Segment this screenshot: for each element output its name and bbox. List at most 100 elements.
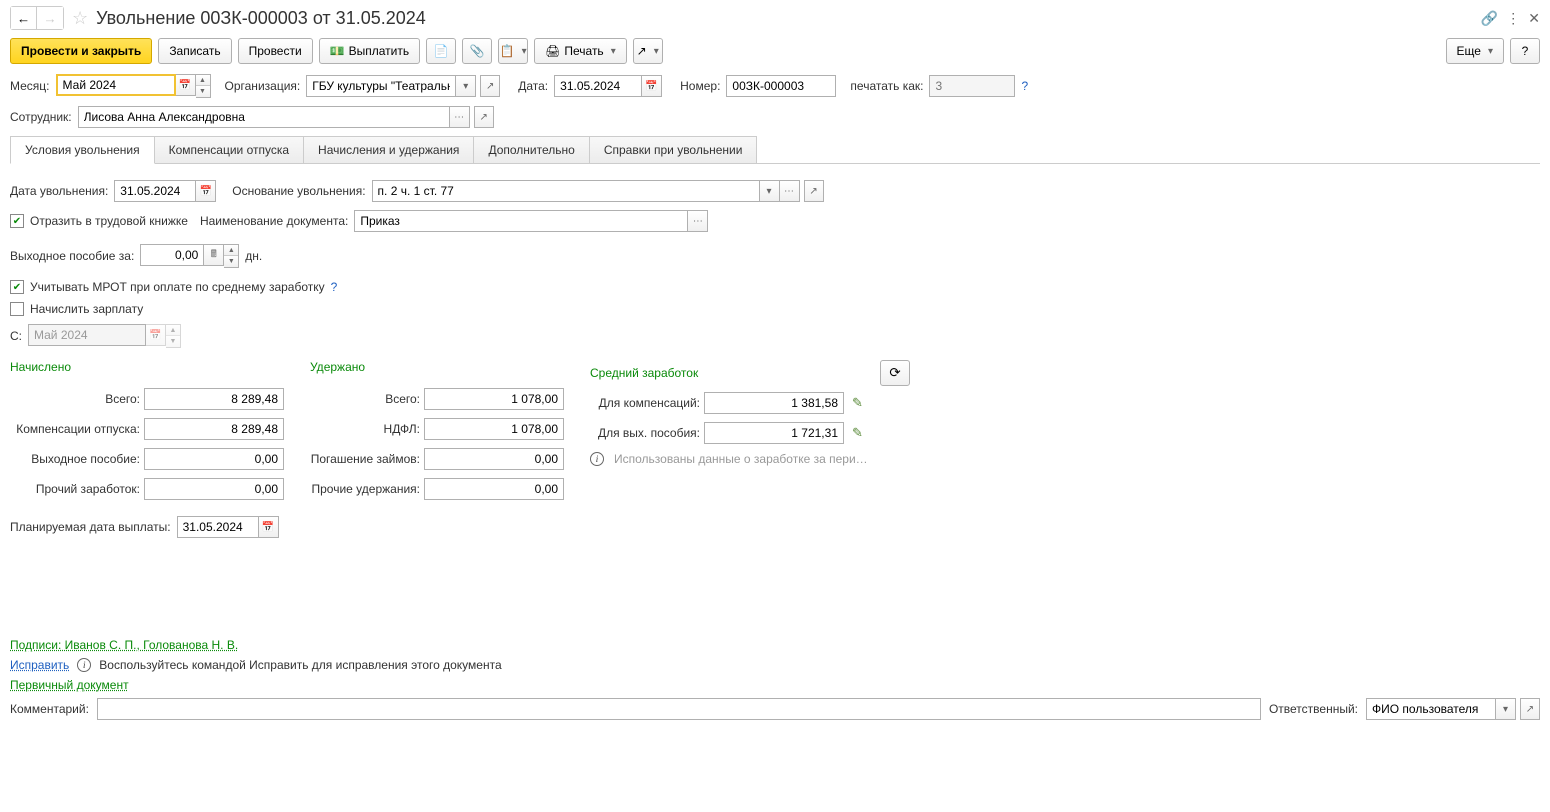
comment-label: Комментарий: xyxy=(10,702,89,716)
tab-vacation-comp[interactable]: Компенсации отпуска xyxy=(154,136,304,163)
print-button[interactable]: 🖨Печать xyxy=(534,38,627,64)
print-as-help-icon[interactable]: ? xyxy=(1021,79,1028,93)
accrued-severance-label: Выходное пособие: xyxy=(10,452,140,466)
signatures-link[interactable]: Подписи: Иванов С. П., Голованова Н. В. xyxy=(10,638,238,652)
tab-accruals[interactable]: Начисления и удержания xyxy=(303,136,474,163)
dismissal-date-input[interactable] xyxy=(114,180,196,202)
primary-doc-link[interactable]: Первичный документ xyxy=(10,678,129,692)
back-button[interactable]: ← xyxy=(11,7,37,29)
mrot-checkbox[interactable] xyxy=(10,280,24,294)
withheld-other-input[interactable] xyxy=(424,478,564,500)
employee-open-icon[interactable]: ↗ xyxy=(474,106,494,128)
print-as-input[interactable] xyxy=(929,75,1015,97)
severance-calc-icon[interactable]: 🖩 xyxy=(204,244,224,266)
mrot-label: Учитывать МРОТ при оплате по среднему за… xyxy=(30,280,325,294)
process-button[interactable]: Провести xyxy=(238,38,313,64)
planned-date-calendar-icon[interactable]: 📅 xyxy=(259,516,279,538)
doc-name-label: Наименование документа: xyxy=(200,214,348,228)
severance-input[interactable] xyxy=(140,244,204,266)
comment-input[interactable] xyxy=(97,698,1261,720)
favorite-icon[interactable]: ☆ xyxy=(72,8,88,29)
avg-comp-input[interactable] xyxy=(704,392,844,414)
save-button[interactable]: Записать xyxy=(158,38,231,64)
process-close-button[interactable]: Провести и закрыть xyxy=(10,38,152,64)
menu-icon[interactable]: ⋮ xyxy=(1506,10,1520,27)
pay-button[interactable]: 💵Выплатить xyxy=(319,38,420,64)
accrued-other-label: Прочий заработок: xyxy=(10,482,140,496)
employee-select-icon[interactable]: ⋯ xyxy=(450,106,470,128)
withheld-ndfl-input[interactable] xyxy=(424,418,564,440)
refresh-button[interactable]: ⟳ xyxy=(880,360,910,386)
responsible-dropdown-icon[interactable]: ▾ xyxy=(1496,698,1516,720)
more-button[interactable]: Еще xyxy=(1446,38,1504,64)
month-input[interactable] xyxy=(56,74,176,96)
basis-label: Основание увольнения: xyxy=(232,184,365,198)
month-down[interactable]: ▼ xyxy=(196,86,210,97)
doc-name-input[interactable] xyxy=(354,210,688,232)
doc-name-select-icon[interactable]: ⋯ xyxy=(688,210,708,232)
accrued-other-input[interactable] xyxy=(144,478,284,500)
accrued-severance-input[interactable] xyxy=(144,448,284,470)
tab-certificates[interactable]: Справки при увольнении xyxy=(589,136,758,163)
from-up: ▲ xyxy=(166,325,180,336)
tab-additional[interactable]: Дополнительно xyxy=(473,136,589,163)
related-button[interactable]: 📋 xyxy=(498,38,528,64)
responsible-label: Ответственный: xyxy=(1269,702,1358,716)
org-dropdown-icon[interactable]: ▾ xyxy=(456,75,476,97)
date-label: Дата: xyxy=(518,79,548,93)
link-icon[interactable]: 🔗 xyxy=(1481,10,1498,27)
fix-info-icon[interactable]: i xyxy=(77,658,91,672)
forward-button[interactable]: → xyxy=(37,7,63,29)
basis-open-icon[interactable]: ↗ xyxy=(804,180,824,202)
number-input[interactable] xyxy=(726,75,836,97)
employee-input[interactable] xyxy=(78,106,450,128)
avg-comp-edit-icon[interactable]: ✎ xyxy=(852,395,863,411)
tab-conditions[interactable]: Условия увольнения xyxy=(10,136,155,164)
dismissal-date-calendar-icon[interactable]: 📅 xyxy=(196,180,216,202)
calc-salary-checkbox[interactable] xyxy=(10,302,24,316)
page-title: Увольнение 00ЗК-000003 от 31.05.2024 xyxy=(96,8,1473,29)
workbook-checkbox[interactable] xyxy=(10,214,24,228)
basis-input[interactable] xyxy=(372,180,760,202)
fix-link[interactable]: Исправить xyxy=(10,658,69,672)
org-label: Организация: xyxy=(225,79,301,93)
avg-sev-edit-icon[interactable]: ✎ xyxy=(852,425,863,441)
accrued-vacation-input[interactable] xyxy=(144,418,284,440)
accrued-total-input[interactable] xyxy=(144,388,284,410)
create-based-button[interactable]: 📄 xyxy=(426,38,456,64)
attach-button[interactable]: 📎 xyxy=(462,38,492,64)
fix-hint: Воспользуйтесь командой Исправить для ис… xyxy=(99,658,501,672)
severance-up[interactable]: ▲ xyxy=(224,245,238,256)
severance-down[interactable]: ▼ xyxy=(224,256,238,267)
avg-info-text: Использованы данные о заработке за пери… xyxy=(614,452,868,466)
withheld-header: Удержано xyxy=(310,360,570,374)
org-input[interactable] xyxy=(306,75,456,97)
accrued-vacation-label: Компенсации отпуска: xyxy=(10,422,140,436)
extra-button[interactable]: ↗ xyxy=(633,38,663,64)
planned-date-input[interactable] xyxy=(177,516,259,538)
withheld-loans-label: Погашение займов: xyxy=(310,452,420,466)
date-calendar-icon[interactable]: 📅 xyxy=(642,75,662,97)
responsible-open-icon[interactable]: ↗ xyxy=(1520,698,1540,720)
help-button[interactable]: ? xyxy=(1510,38,1540,64)
from-label: С: xyxy=(10,329,22,343)
number-label: Номер: xyxy=(680,79,720,93)
info-icon[interactable]: i xyxy=(590,452,604,466)
withheld-total-input[interactable] xyxy=(424,388,564,410)
responsible-input[interactable] xyxy=(1366,698,1496,720)
close-icon[interactable]: ✕ xyxy=(1528,10,1540,27)
workbook-label: Отразить в трудовой книжке xyxy=(30,214,188,228)
avg-comp-label: Для компенсаций: xyxy=(590,396,700,410)
basis-dropdown-icon[interactable]: ▾ xyxy=(760,180,780,202)
date-input[interactable] xyxy=(554,75,642,97)
calendar-icon[interactable]: 📅 xyxy=(176,74,196,96)
org-open-icon[interactable]: ↗ xyxy=(480,75,500,97)
basis-select-icon[interactable]: ⋯ xyxy=(780,180,800,202)
calc-salary-label: Начислить зарплату xyxy=(30,302,143,316)
withheld-other-label: Прочие удержания: xyxy=(310,482,420,496)
month-up[interactable]: ▲ xyxy=(196,75,210,86)
dismissal-date-label: Дата увольнения: xyxy=(10,184,108,198)
avg-sev-input[interactable] xyxy=(704,422,844,444)
withheld-loans-input[interactable] xyxy=(424,448,564,470)
mrot-help-icon[interactable]: ? xyxy=(331,280,338,294)
